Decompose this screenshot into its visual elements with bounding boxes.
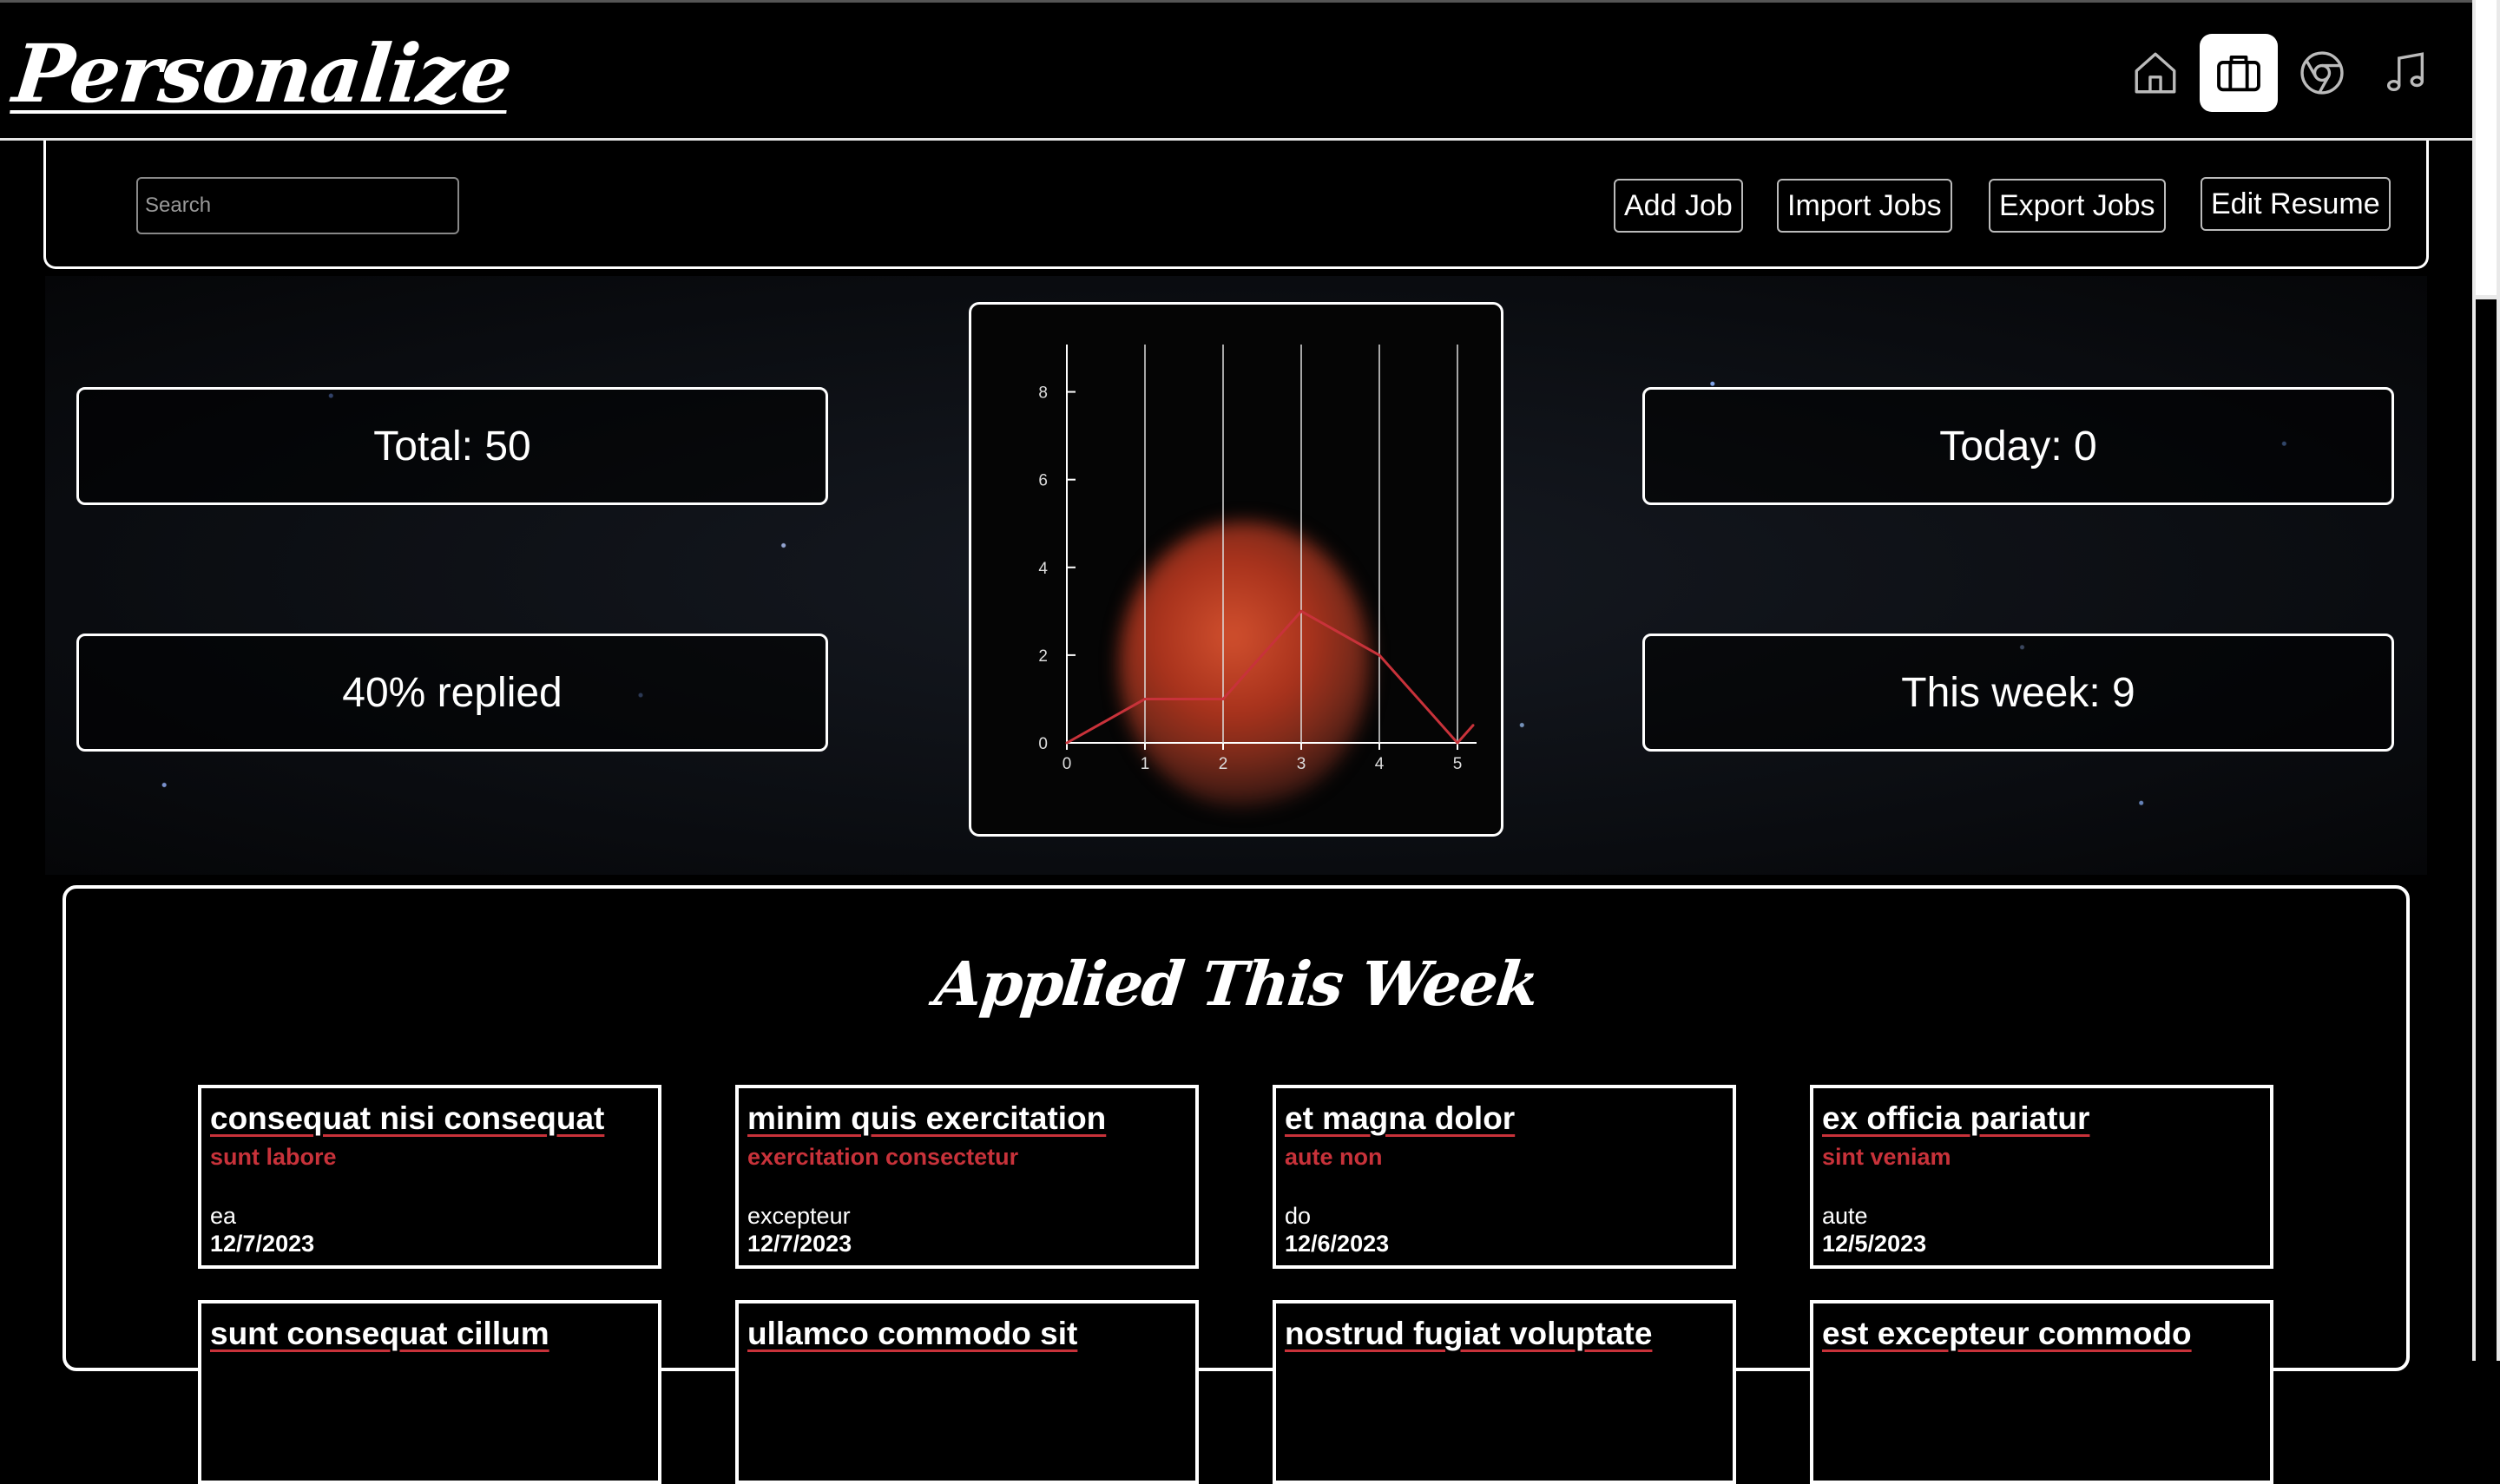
job-company: sunt labore: [210, 1144, 337, 1170]
job-card[interactable]: ex officia pariatur sint veniam aute 12/…: [1810, 1085, 2273, 1269]
data-point: [1456, 741, 1459, 745]
data-point: [1299, 609, 1303, 613]
job-card[interactable]: minim quis exercitation exercitation con…: [735, 1085, 1199, 1269]
edit-resume-button[interactable]: Edit Resume: [2201, 177, 2391, 231]
nav-icons: [2116, 34, 2444, 112]
add-job-button[interactable]: Add Job: [1614, 179, 1743, 233]
job-card[interactable]: est excepteur commodo: [1810, 1300, 2273, 1484]
music-note-icon: [2386, 52, 2424, 92]
job-date: 12/7/2023: [747, 1231, 852, 1257]
briefcase-icon: [2217, 55, 2260, 92]
import-jobs-button[interactable]: Import Jobs: [1777, 179, 1952, 233]
job-company: aute non: [1285, 1144, 1383, 1170]
total-stat-card: Total: 50: [76, 387, 828, 505]
data-point: [1471, 724, 1475, 727]
job-title[interactable]: ex officia pariatur: [1822, 1100, 2089, 1137]
scrollbar-track: [2476, 299, 2497, 1361]
job-location: excepteur: [747, 1203, 851, 1229]
job-title[interactable]: minim quis exercitation: [747, 1100, 1106, 1137]
export-jobs-button[interactable]: Export Jobs: [1989, 179, 2166, 233]
x-tick-label: 2: [1219, 755, 1228, 773]
job-title[interactable]: sunt consequat cillum: [210, 1316, 549, 1352]
data-point: [1221, 697, 1225, 700]
job-location: aute: [1822, 1203, 1868, 1229]
replied-stat-card: 40% replied: [76, 634, 828, 752]
nav-home-button[interactable]: [2116, 34, 2194, 112]
nav-music-button[interactable]: [2366, 34, 2444, 112]
jobs-toolbar: Add Job Import Jobs Export Jobs Edit Res…: [43, 141, 2429, 269]
nav-browser-button[interactable]: [2283, 34, 2361, 112]
job-title[interactable]: et magna dolor: [1285, 1100, 1515, 1137]
job-card[interactable]: consequat nisi consequat sunt labore ea …: [198, 1085, 661, 1269]
top-navbar: Personalize: [0, 0, 2472, 141]
y-tick-label: 8: [1038, 384, 1048, 403]
scrollbar-thumb[interactable]: [2476, 0, 2497, 295]
section-title: Applied This Week: [931, 948, 1541, 1020]
job-card[interactable]: sunt consequat cillum: [198, 1300, 661, 1484]
y-tick-label: 2: [1038, 647, 1048, 666]
job-title[interactable]: est excepteur commodo: [1822, 1316, 2192, 1352]
search-input[interactable]: [136, 177, 459, 234]
job-location: do: [1285, 1203, 1312, 1229]
job-company: exercitation consectetur: [747, 1144, 1019, 1170]
data-point: [1378, 653, 1381, 657]
app-logo[interactable]: Personalize: [9, 27, 515, 121]
applications-chart: 0 1 2 3 4 5 0 2 4 6 8: [969, 302, 1503, 837]
home-icon: [2135, 52, 2176, 94]
week-stat-card: This week: 9: [1642, 634, 2394, 752]
x-tick-label: 5: [1453, 755, 1463, 773]
job-date: 12/5/2023: [1822, 1231, 1927, 1257]
page-scrollbar[interactable]: [2472, 0, 2500, 1361]
line-chart-svg: 0 1 2 3 4 5 0 2 4 6 8: [1038, 345, 1477, 773]
x-tick-label: 3: [1297, 755, 1306, 773]
applied-this-week-panel: Applied This Week consequat nisi consequ…: [62, 885, 2410, 1484]
job-title[interactable]: nostrud fugiat voluptate: [1285, 1316, 1652, 1352]
chrome-icon: [2300, 51, 2344, 95]
job-card[interactable]: et magna dolor aute non do 12/6/2023: [1273, 1085, 1736, 1269]
x-tick-label: 1: [1141, 755, 1150, 773]
today-stat-card: Today: 0: [1642, 387, 2394, 505]
job-company: sint veniam: [1822, 1144, 1951, 1170]
y-tick-label: 0: [1038, 735, 1048, 753]
job-date: 12/7/2023: [210, 1231, 315, 1257]
x-tick-label: 4: [1375, 755, 1385, 773]
y-tick-label: 4: [1038, 560, 1048, 578]
data-point: [1143, 697, 1147, 700]
job-card[interactable]: ullamco commodo sit: [735, 1300, 1199, 1484]
job-date: 12/6/2023: [1285, 1231, 1390, 1257]
x-tick-label: 0: [1062, 755, 1072, 773]
job-card[interactable]: nostrud fugiat voluptate: [1273, 1300, 1736, 1484]
nav-jobs-button[interactable]: [2200, 34, 2278, 112]
series-line: [1066, 609, 1475, 745]
job-location: ea: [210, 1203, 237, 1229]
job-title[interactable]: consequat nisi consequat: [210, 1100, 604, 1137]
job-title[interactable]: ullamco commodo sit: [747, 1316, 1077, 1352]
data-point: [1065, 741, 1069, 745]
y-tick-label: 6: [1038, 472, 1048, 490]
